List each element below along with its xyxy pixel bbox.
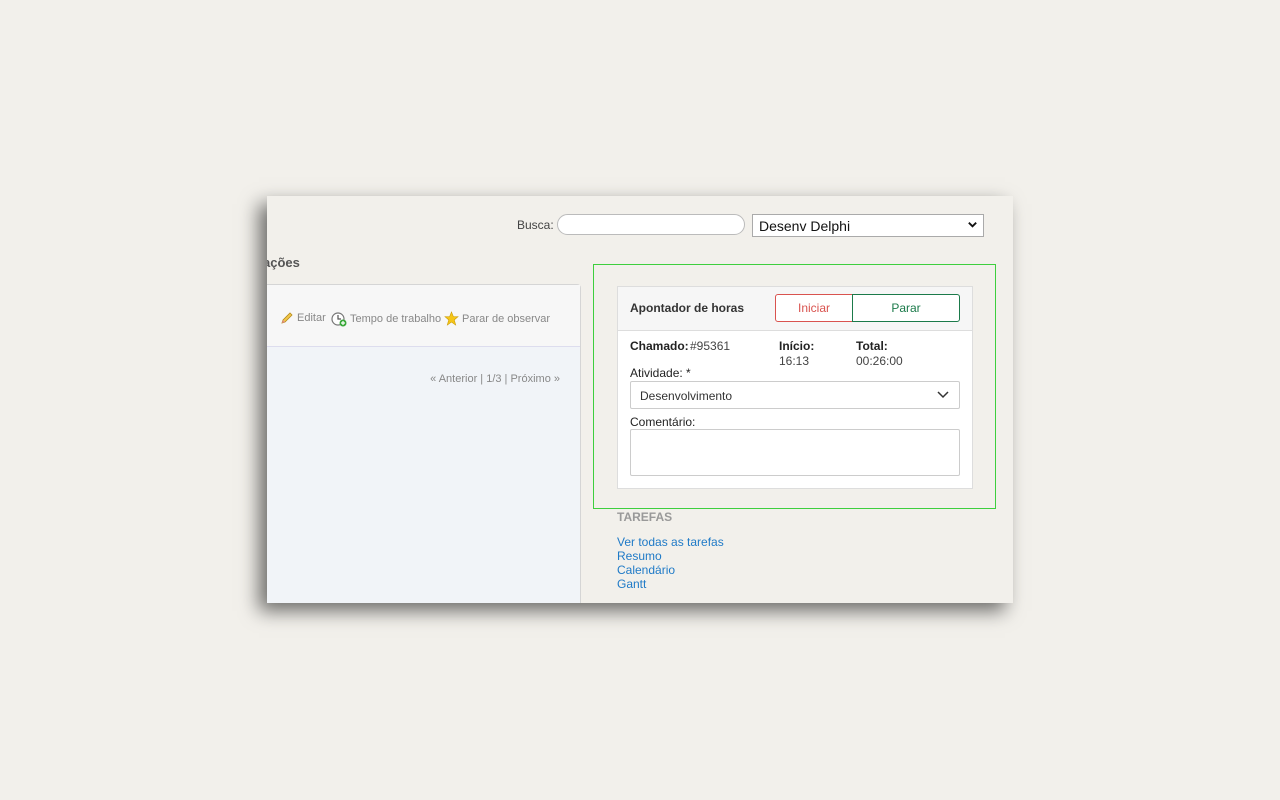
issue-panel: Editar Tempo de trabalho Parar de observ… [267, 284, 581, 603]
link-all-tasks[interactable]: Ver todas as tarefas [617, 535, 724, 549]
start-time-label: Início: [779, 339, 815, 353]
start-time-value: 16:13 [779, 354, 810, 368]
unwatch-link[interactable]: Parar de observar [444, 311, 550, 326]
chevron-down-icon [968, 222, 977, 228]
edit-label: Editar [297, 312, 326, 324]
issue-toolbar: Editar Tempo de trabalho Parar de observ… [267, 285, 580, 347]
project-select[interactable]: Desenv Delphi [752, 214, 984, 237]
time-tracker-card: Apontador de horas Iniciar Parar Chamado… [617, 286, 973, 489]
link-gantt[interactable]: Gantt [617, 577, 646, 591]
activity-select[interactable]: Desenvolvimento [630, 381, 960, 409]
star-icon [444, 311, 459, 326]
time-tracking-link[interactable]: Tempo de trabalho [331, 311, 441, 327]
link-summary[interactable]: Resumo [617, 549, 662, 563]
start-button[interactable]: Iniciar [775, 294, 853, 322]
project-select-value: Desenv Delphi [759, 218, 851, 234]
ticket-label: Chamado: [630, 339, 689, 353]
pencil-icon [281, 312, 293, 324]
time-tracker-title: Apontador de horas [630, 301, 745, 315]
activity-label: Atividade: * [630, 366, 691, 380]
chevron-down-icon [937, 391, 949, 399]
comment-textarea[interactable] [630, 429, 960, 476]
unwatch-label: Parar de observar [462, 312, 551, 325]
total-value: 00:26:00 [856, 354, 903, 368]
search-input[interactable] [557, 214, 745, 235]
ticket-value: #95361 [690, 339, 731, 353]
stop-button[interactable]: Parar [852, 294, 960, 322]
pagination[interactable]: « Anterior | 1/3 | Próximo » [430, 373, 560, 385]
edit-link[interactable]: Editar [280, 311, 326, 325]
activity-select-value: Desenvolvimento [640, 389, 733, 403]
search-label: Busca: [517, 218, 554, 232]
app-window: Busca: Desenv Delphi ações Editar [267, 196, 1013, 603]
time-tracker-header: Apontador de horas Iniciar Parar [618, 287, 972, 331]
tasks-title: TAREFAS [617, 510, 673, 524]
clock-add-icon [331, 312, 347, 327]
time-tracking-label: Tempo de trabalho [350, 313, 442, 325]
total-label: Total: [856, 339, 888, 353]
link-calendar[interactable]: Calendário [617, 563, 675, 577]
comment-label: Comentário: [630, 415, 696, 429]
section-title: ações [267, 255, 300, 270]
